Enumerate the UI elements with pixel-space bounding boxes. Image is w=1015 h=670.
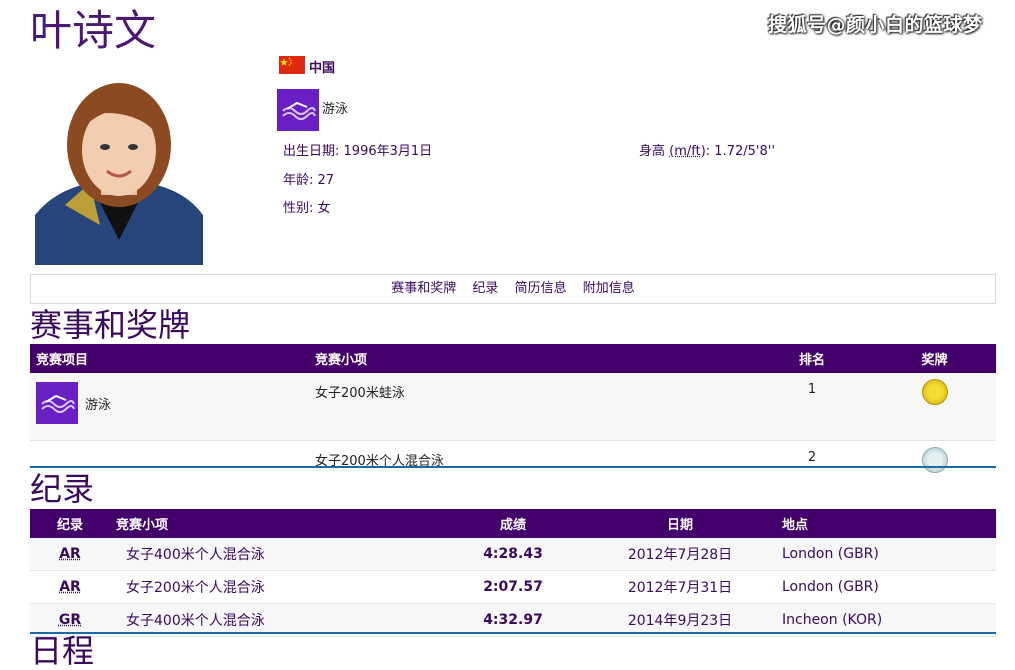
silver-medal-icon	[922, 447, 948, 473]
row-rank: 2	[751, 441, 873, 485]
section-divider	[30, 632, 996, 634]
nav-link-events[interactable]: 赛事和奖牌	[391, 281, 456, 296]
col-event: 竞赛小项	[309, 344, 751, 373]
col-medal: 奖牌	[873, 344, 996, 373]
records-table: 纪录 竞赛小项 成绩 日期 地点 AR 女子400米个人混合泳 4:28.43 …	[30, 509, 996, 637]
gender-value: 女	[318, 201, 331, 216]
age-label: 年龄:	[283, 173, 313, 188]
swimming-icon	[277, 89, 319, 131]
china-flag-icon	[279, 56, 305, 74]
row-sport: 游泳	[85, 394, 111, 413]
schedule-heading: 日程	[30, 632, 94, 670]
record-code[interactable]: AR	[30, 571, 110, 604]
height-value: : 1.72/5'8''	[706, 144, 775, 159]
athlete-name: 叶诗文	[30, 6, 156, 56]
events-table: 竞赛项目 竞赛小项 排名 奖牌 游泳 女子200米蛙泳 1 女子200米个人混合…	[30, 344, 996, 484]
col-rank: 排名	[751, 344, 873, 373]
records-heading: 纪录	[30, 470, 94, 508]
record-code[interactable]: AR	[30, 538, 110, 571]
gender: 性别: 女	[283, 197, 331, 216]
gender-label: 性别:	[283, 201, 313, 216]
nav-link-records[interactable]: 纪录	[472, 281, 498, 296]
record-date: 2012年7月28日	[584, 538, 776, 571]
record-date: 2012年7月31日	[584, 571, 776, 604]
section-divider	[30, 466, 996, 468]
age-value: 27	[318, 173, 335, 188]
nav-link-additional[interactable]: 附加信息	[583, 281, 635, 296]
country-label: 中国	[309, 57, 335, 76]
birth-label: 出生日期:	[283, 144, 339, 159]
sport-label: 游泳	[322, 98, 348, 117]
row-event: 女子200米个人混合泳	[309, 441, 751, 485]
height-label: 身高	[639, 144, 665, 159]
col-event: 竞赛小项	[110, 509, 442, 538]
record-event: 女子400米个人混合泳	[110, 538, 442, 571]
section-nav: 赛事和奖牌 纪录 简历信息 附加信息	[30, 274, 996, 304]
birth-date: 出生日期: 1996年3月1日	[283, 140, 432, 159]
gold-medal-icon	[922, 379, 948, 405]
watermark: 搜狐号@颜小白的篮球梦	[768, 10, 983, 37]
athlete-photo	[35, 65, 203, 265]
col-record: 纪录	[30, 509, 110, 538]
row-event: 女子200米蛙泳	[309, 373, 751, 441]
record-place: London (GBR)	[776, 571, 996, 604]
col-date: 日期	[584, 509, 776, 538]
table-row: 女子200米个人混合泳 2	[30, 441, 996, 485]
height: 身高 (m/ft): 1.72/5'8''	[639, 140, 775, 159]
record-event: 女子200米个人混合泳	[110, 571, 442, 604]
record-result: 4:28.43	[442, 538, 584, 571]
nav-link-biography[interactable]: 简历信息	[515, 281, 567, 296]
table-row: 游泳 女子200米蛙泳 1	[30, 373, 996, 441]
birth-value: 1996年3月1日	[344, 144, 433, 159]
table-row: AR 女子400米个人混合泳 4:28.43 2012年7月28日 London…	[30, 538, 996, 571]
record-place: London (GBR)	[776, 538, 996, 571]
swimming-icon	[36, 382, 78, 424]
col-place: 地点	[776, 509, 996, 538]
height-unit-link[interactable]: (m/ft)	[669, 144, 706, 159]
row-rank: 1	[751, 373, 873, 441]
age: 年龄: 27	[283, 169, 334, 188]
col-discipline: 竞赛项目	[30, 344, 309, 373]
col-result: 成绩	[442, 509, 584, 538]
events-heading: 赛事和奖牌	[30, 306, 190, 344]
record-result: 2:07.57	[442, 571, 584, 604]
table-row: AR 女子200米个人混合泳 2:07.57 2012年7月31日 London…	[30, 571, 996, 604]
